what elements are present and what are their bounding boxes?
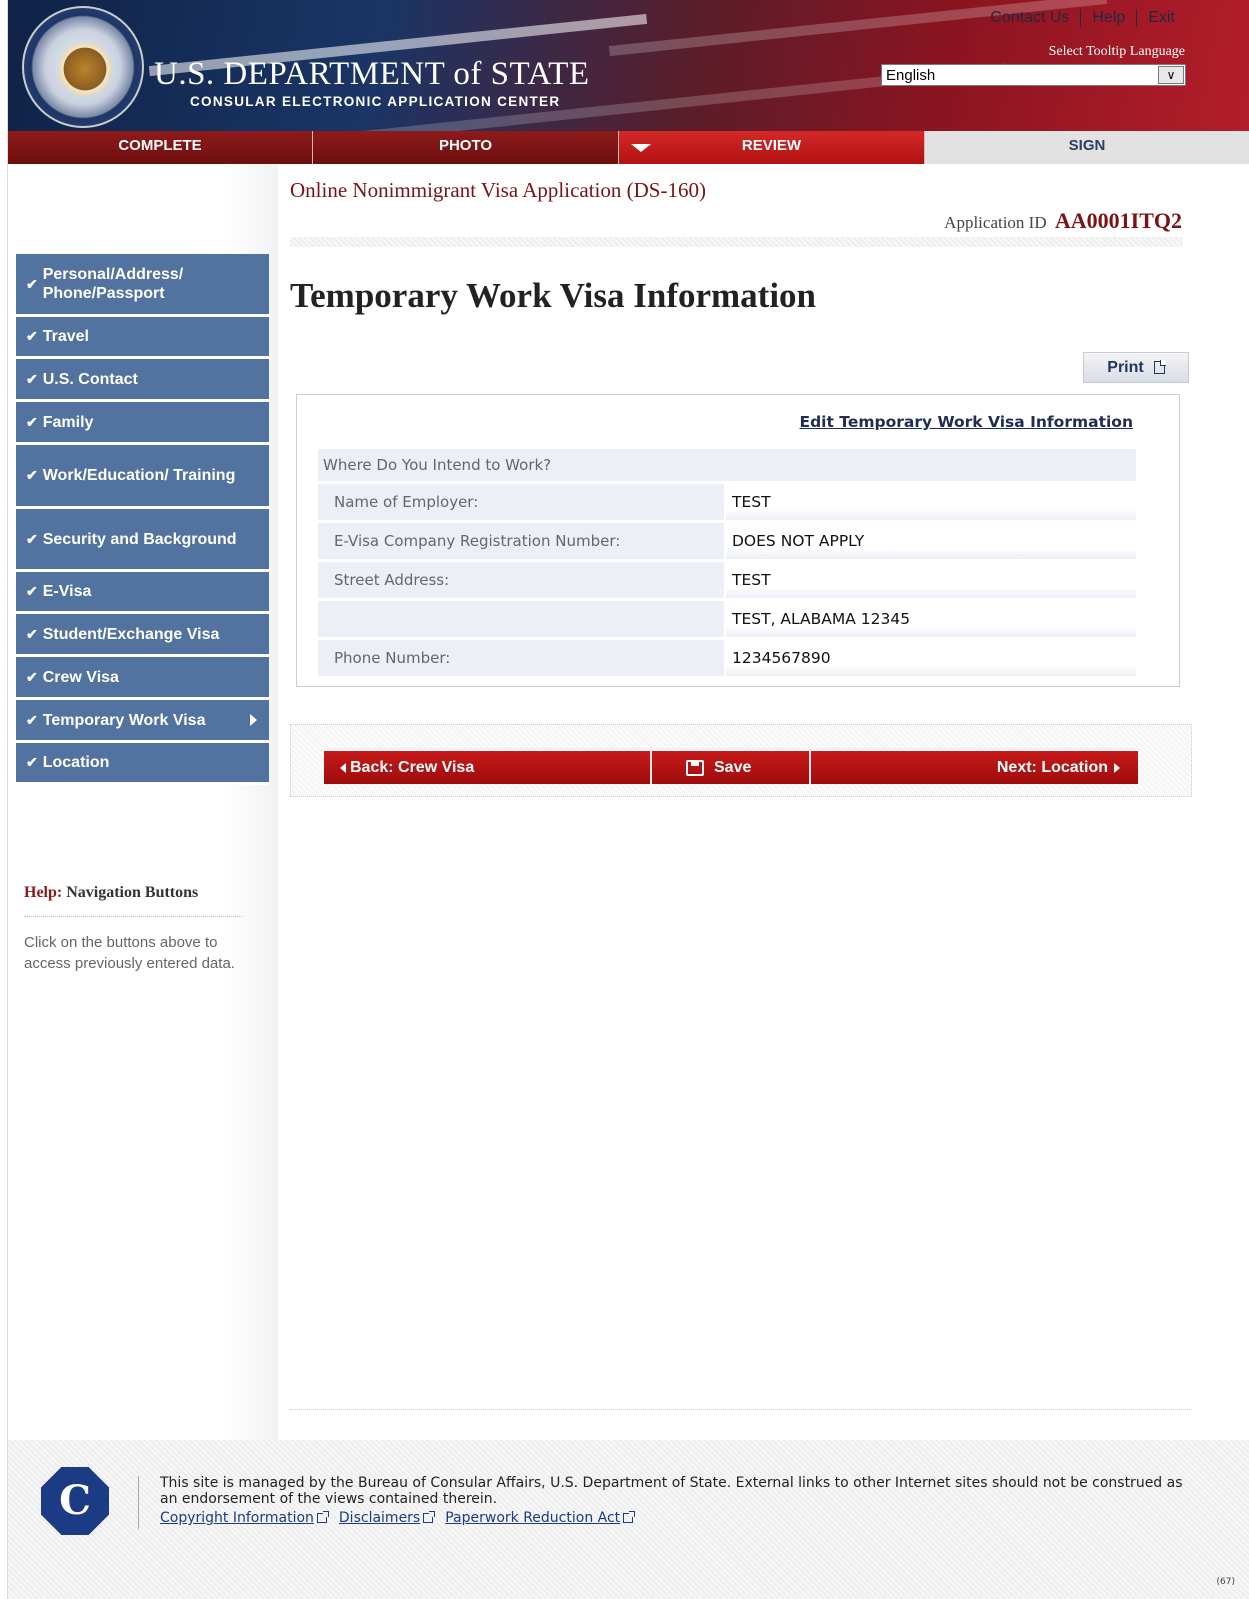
section-navigation: ✔ Personal/Address/ Phone/Passport ✔ Trave… (16, 254, 269, 785)
row-label (318, 601, 726, 637)
sidebar-item-family[interactable]: ✔ Family (16, 402, 269, 445)
check-icon: ✔ (26, 530, 38, 547)
table-row: Name of Employer: TEST (318, 484, 1136, 520)
check-icon: ✔ (26, 467, 38, 483)
department-title: U.S. DEPARTMENT of STATE (154, 56, 590, 92)
floppy-disk-icon (686, 759, 704, 776)
department-seal-logo (22, 6, 144, 128)
check-icon: ✔ (26, 583, 38, 599)
save-button[interactable]: Save (652, 751, 811, 784)
help-title: Help: Navigation Buttons (24, 884, 199, 901)
site-footer: C This site is managed by the Bureau of … (8, 1440, 1249, 1599)
progress-steps: COMPLETE PHOTO REVIEW SIGN (8, 131, 1249, 164)
sidebar-item-temporary-work-visa[interactable]: ✔ Temporary Work Visa (16, 700, 269, 743)
table-row: TEST, ALABAMA 12345 (318, 601, 1136, 637)
current-section-arrow-icon (250, 714, 257, 726)
help-text: Click on the buttons above to access pre… (24, 934, 235, 972)
external-link-icon (316, 1511, 329, 1523)
footer-links: Copyright Information Disclaimers Paperw… (160, 1510, 636, 1526)
row-value: TEST (726, 484, 1136, 520)
help-divider (24, 916, 242, 917)
sidebar-item-location[interactable]: ✔ Location (16, 743, 269, 785)
content-divider (290, 1409, 1192, 1410)
check-icon: ✔ (26, 413, 38, 430)
check-icon: ✔ (26, 754, 38, 770)
check-icon: ✔ (26, 625, 38, 642)
page-left-edge (0, 0, 8, 1599)
row-value: 1234567890 (726, 640, 1136, 676)
tooltip-language-value: English (886, 67, 936, 84)
row-label: Phone Number: (318, 640, 726, 676)
navigation-buttons: Back: Crew Visa Save Next: Location (324, 751, 1138, 784)
footer-divider (138, 1476, 139, 1529)
row-value: TEST (726, 562, 1136, 598)
current-step-arrow-icon (631, 144, 651, 152)
navigation-panel: Back: Crew Visa Save Next: Location (290, 724, 1192, 797)
sidebar-item-student-exchange[interactable]: ✔ Student/Exchange Visa (16, 614, 269, 657)
sidebar-item-work-education[interactable]: ✔ Work/Education/ Training (16, 445, 269, 509)
table-row: E-Visa Company Registration Number: DOES… (318, 523, 1136, 559)
check-icon: ✔ (26, 328, 38, 344)
check-icon: ✔ (26, 711, 38, 728)
consular-affairs-logo: C (41, 1467, 109, 1535)
check-icon: ✔ (26, 370, 38, 387)
sidebar-item-security[interactable]: ✔ Security and Background (16, 509, 269, 572)
caret-right-icon (1114, 762, 1120, 773)
application-id: Application ID AA0001ITQ2 (944, 208, 1182, 233)
back-button[interactable]: Back: Crew Visa (324, 751, 652, 784)
step-sign: SIGN (925, 131, 1249, 164)
copyright-link[interactable]: Copyright Information (160, 1510, 314, 1526)
check-icon: ✔ (26, 668, 38, 685)
edit-section-link[interactable]: Edit Temporary Work Visa Information (800, 413, 1134, 431)
tooltip-language-label: Select Tooltip Language (1048, 44, 1185, 59)
version-number: (67) (1216, 1577, 1235, 1587)
external-link-icon (623, 1511, 636, 1523)
page-title: Temporary Work Visa Information (290, 276, 817, 315)
sidebar-item-travel[interactable]: ✔ Travel (16, 317, 269, 359)
disclaimers-link[interactable]: Disclaimers (339, 1510, 420, 1526)
print-button[interactable]: Print (1083, 352, 1189, 383)
review-panel: Edit Temporary Work Visa Information Whe… (296, 394, 1180, 687)
document-icon (1153, 360, 1166, 374)
header-divider (290, 237, 1183, 247)
top-links: Contact Us Help Exit (979, 9, 1186, 27)
row-value: DOES NOT APPLY (726, 523, 1136, 559)
row-label: Street Address: (318, 562, 726, 598)
form-name: Online Nonimmigrant Visa Application (DS… (290, 178, 706, 202)
next-button[interactable]: Next: Location (811, 751, 1138, 784)
footer-disclaimer: This site is managed by the Bureau of Co… (160, 1475, 1183, 1507)
sidebar-item-evisa[interactable]: ✔ E-Visa (16, 572, 269, 614)
chevron-down-icon[interactable]: ∨ (1158, 66, 1184, 84)
help-link[interactable]: Help (1081, 9, 1136, 27)
paperwork-reduction-act-link[interactable]: Paperwork Reduction Act (445, 1510, 620, 1526)
sidebar-item-crew-visa[interactable]: ✔ Crew Visa (16, 657, 269, 700)
step-review[interactable]: REVIEW (619, 131, 925, 164)
sidebar-item-us-contact[interactable]: ✔ U.S. Contact (16, 359, 269, 402)
caret-left-icon (340, 762, 346, 773)
row-label: Name of Employer: (318, 484, 726, 520)
external-link-icon (423, 1511, 436, 1523)
check-icon: ✔ (26, 275, 38, 292)
table-row: Phone Number: 1234567890 (318, 640, 1136, 676)
step-complete[interactable]: COMPLETE (8, 131, 313, 164)
tooltip-language-select[interactable]: English ∨ (881, 64, 1186, 86)
section-heading: Where Do You Intend to Work? (318, 449, 1136, 481)
sidebar-item-personal[interactable]: ✔ Personal/Address/ Phone/Passport (16, 254, 269, 317)
department-subtitle: CONSULAR ELECTRONIC APPLICATION CENTER (190, 94, 561, 109)
row-value: TEST, ALABAMA 12345 (726, 601, 1136, 637)
table-row: Street Address: TEST (318, 562, 1136, 598)
step-photo[interactable]: PHOTO (313, 131, 619, 164)
application-id-value: AA0001ITQ2 (1054, 208, 1182, 233)
row-label: E-Visa Company Registration Number: (318, 523, 726, 559)
exit-link[interactable]: Exit (1137, 9, 1186, 27)
contact-us-link[interactable]: Contact Us (979, 9, 1080, 27)
